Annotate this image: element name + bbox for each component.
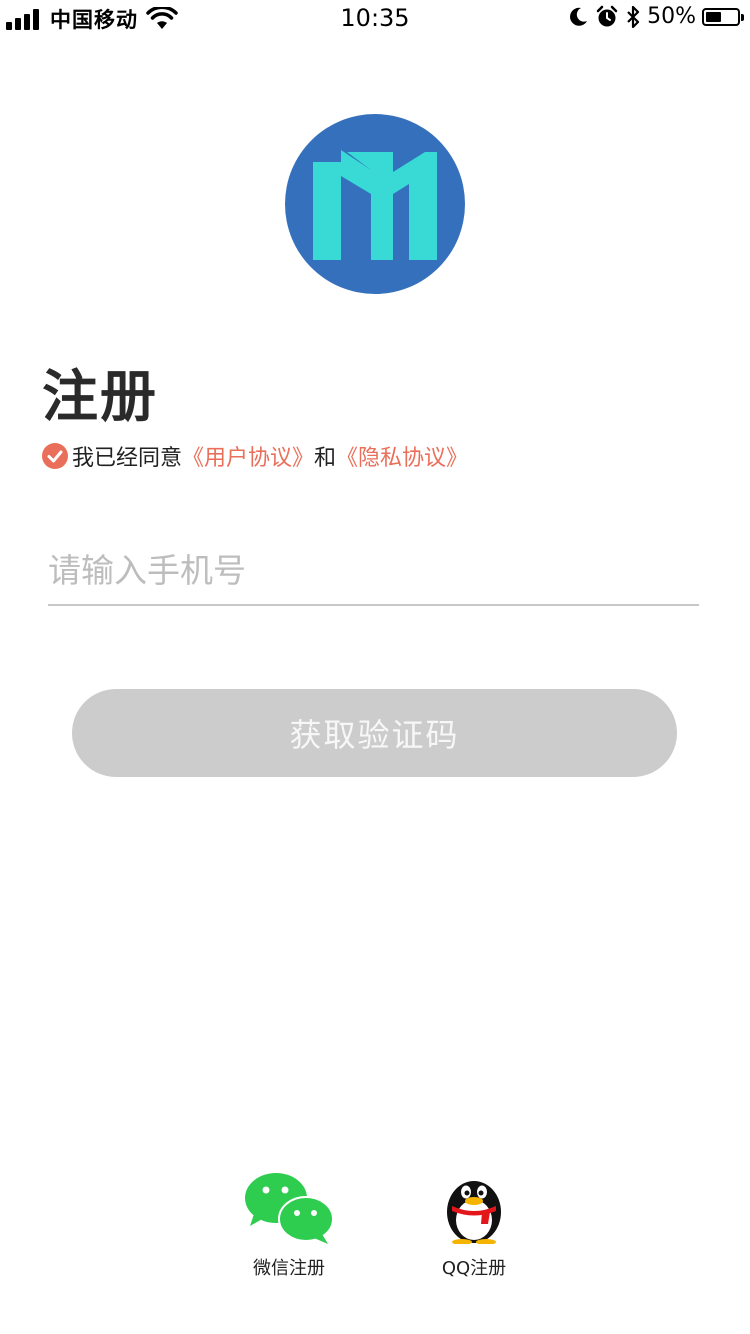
- battery-percent: 50%: [647, 4, 696, 29]
- get-code-button[interactable]: 获取验证码: [72, 689, 677, 777]
- qq-register-label: QQ注册: [441, 1258, 507, 1279]
- qq-register-button[interactable]: QQ注册: [430, 1172, 518, 1280]
- moon-icon: [570, 7, 588, 26]
- status-bar: 中国移动 10:35 50%: [0, 0, 750, 40]
- battery-fill: [706, 11, 721, 22]
- alarm-icon: [596, 5, 618, 26]
- wechat-icon: [245, 1173, 334, 1244]
- phone-input[interactable]: [48, 540, 699, 600]
- phone-field: [48, 540, 699, 606]
- check-icon: [47, 450, 63, 463]
- agreement-and: 和: [314, 446, 337, 471]
- bluetooth-icon: [627, 5, 640, 28]
- wechat-register-button[interactable]: 微信注册: [244, 1172, 334, 1280]
- status-bar-right: 50%: [567, 4, 744, 29]
- privacy-agreement-link[interactable]: 《隐私协议》: [336, 440, 468, 472]
- m-logo-icon: [313, 150, 437, 260]
- agreement-prefix: 我已经同意: [72, 446, 183, 471]
- agreement-row: 我已经同意 《用户协议》 和 《隐私协议》: [42, 440, 468, 472]
- battery-icon: [702, 7, 744, 26]
- user-agreement-link[interactable]: 《用户协议》: [182, 440, 314, 472]
- app-logo: [285, 114, 465, 294]
- wechat-register-label: 微信注册: [253, 1258, 325, 1279]
- qq-penguin-icon: [447, 1181, 501, 1245]
- agree-checkbox[interactable]: [42, 443, 68, 469]
- page-title: 注册: [42, 365, 158, 430]
